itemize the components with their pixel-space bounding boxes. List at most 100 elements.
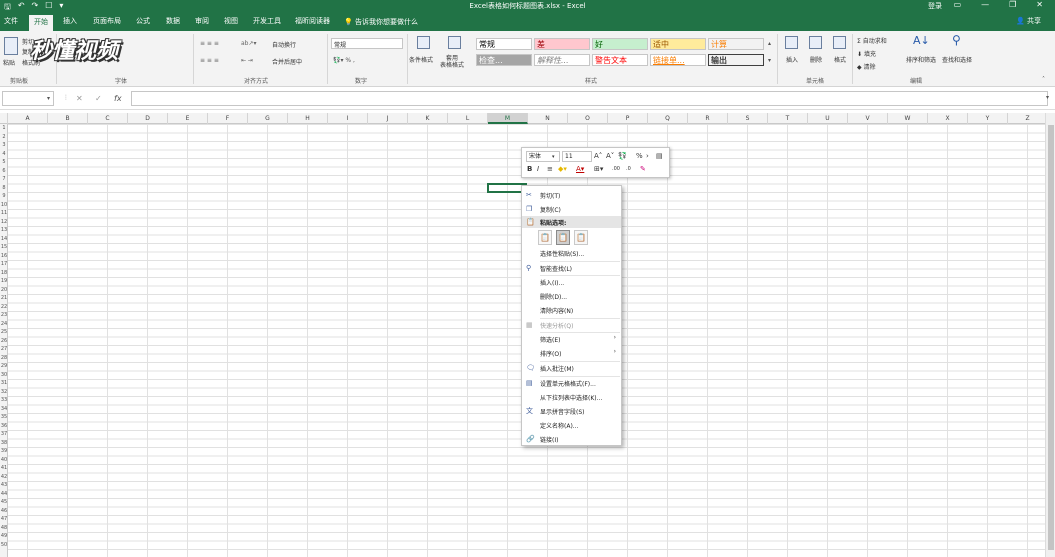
conditional-format-button[interactable]: 条件格式	[409, 55, 433, 64]
row-header[interactable]: 47	[0, 515, 8, 523]
column-header[interactable]: W	[888, 113, 928, 124]
tab-review[interactable]: 审阅	[195, 16, 209, 26]
row-header[interactable]: 1	[0, 124, 8, 132]
clear-button[interactable]: ◆ 清除	[857, 62, 876, 71]
table-format-button[interactable]: 套用 表格格式	[440, 55, 464, 69]
column-header[interactable]: F	[208, 113, 248, 124]
delete-cells-icon[interactable]	[809, 36, 822, 49]
insert-cells-button[interactable]: 插入	[786, 55, 798, 64]
name-box[interactable]: ▾	[2, 91, 54, 106]
column-header[interactable]: H	[288, 113, 328, 124]
expand-formula-icon[interactable]: ▾	[1046, 94, 1049, 101]
tab-formulas[interactable]: 公式	[136, 16, 150, 26]
row-header[interactable]: 21	[0, 294, 8, 302]
scrollbar-thumb[interactable]	[1048, 125, 1054, 550]
row-header[interactable]: 18	[0, 269, 8, 277]
column-header[interactable]: M	[488, 113, 528, 124]
borders-icon[interactable]: ⊞▾	[594, 164, 603, 174]
menu-item-cut[interactable]: ✂ 剪切(T)	[522, 189, 621, 201]
delete-cells-button[interactable]: 删除	[810, 55, 822, 64]
row-header[interactable]: 41	[0, 464, 8, 472]
row-header[interactable]: 36	[0, 422, 8, 430]
menu-item-link[interactable]: 🔗 链接(I)	[522, 433, 621, 445]
row-header[interactable]: 45	[0, 498, 8, 506]
select-all-corner[interactable]	[0, 113, 8, 124]
column-header[interactable]: K	[408, 113, 448, 124]
style-bad[interactable]: 差	[534, 38, 590, 50]
find-select-button[interactable]: 查找和选择	[942, 55, 972, 64]
accounting-format-icon[interactable]: 💱	[618, 151, 627, 161]
tab-foxit[interactable]: 福昕阅读器	[295, 16, 330, 26]
row-header[interactable]: 50	[0, 541, 8, 549]
fill-button[interactable]: ⬇ 填充	[857, 49, 876, 58]
tab-data[interactable]: 数据	[166, 16, 180, 26]
column-header[interactable]: E	[168, 113, 208, 124]
paste-option-values[interactable]: 📋	[556, 230, 570, 245]
fill-color-icon[interactable]: ◆▾	[558, 164, 567, 174]
row-header[interactable]: 10	[0, 201, 8, 209]
row-header[interactable]: 4	[0, 150, 8, 158]
column-header[interactable]: P	[608, 113, 648, 124]
column-header[interactable]: Q	[648, 113, 688, 124]
italic-icon[interactable]: I	[537, 164, 539, 174]
row-header[interactable]: 3	[0, 141, 8, 149]
table-format-icon[interactable]	[448, 36, 461, 49]
wrap-text-button[interactable]: 自动换行	[272, 40, 296, 49]
formula-input[interactable]	[131, 91, 1048, 106]
tab-home[interactable]: 开始	[29, 15, 53, 31]
row-header[interactable]: 33	[0, 396, 8, 404]
tab-developer[interactable]: 开发工具	[253, 16, 281, 26]
column-header[interactable]: S	[728, 113, 768, 124]
row-header[interactable]: 46	[0, 507, 8, 515]
column-header[interactable]: X	[928, 113, 968, 124]
row-header[interactable]: 15	[0, 243, 8, 251]
format-cells-button[interactable]: 格式	[834, 55, 846, 64]
row-header[interactable]: 37	[0, 430, 8, 438]
paste-button-label[interactable]: 粘贴	[3, 58, 15, 67]
row-header[interactable]: 7	[0, 175, 8, 183]
collapse-ribbon-icon[interactable]: ˄	[1042, 76, 1045, 83]
row-header[interactable]: 13	[0, 226, 8, 234]
grow-font-icon[interactable]: A˄	[594, 151, 602, 161]
row-header[interactable]: 20	[0, 286, 8, 294]
row-header[interactable]: 9	[0, 192, 8, 200]
insert-cells-icon[interactable]	[785, 36, 798, 49]
paste-option-formatting[interactable]: 📋	[574, 230, 588, 245]
row-header[interactable]: 29	[0, 362, 8, 370]
menu-item-filter[interactable]: 筛选(E) ›	[522, 333, 621, 345]
cancel-icon[interactable]: ✕	[76, 94, 83, 103]
bold-icon[interactable]: B	[527, 164, 532, 174]
row-header[interactable]: 42	[0, 473, 8, 481]
column-header[interactable]: A	[8, 113, 48, 124]
column-header[interactable]: C	[88, 113, 128, 124]
row-header[interactable]: 40	[0, 456, 8, 464]
row-header[interactable]: 24	[0, 320, 8, 328]
orientation-icon[interactable]: ab↗▾	[241, 40, 257, 47]
column-header[interactable]: B	[48, 113, 88, 124]
column-header[interactable]: D	[128, 113, 168, 124]
style-neutral[interactable]: 适中	[650, 38, 706, 50]
style-good[interactable]: 好	[592, 38, 648, 50]
login-link[interactable]: 登录	[928, 1, 942, 11]
enter-icon[interactable]: ✓	[95, 94, 102, 103]
row-header[interactable]: 49	[0, 532, 8, 540]
column-header[interactable]: Z	[1008, 113, 1048, 124]
align-top-icon[interactable]: ≡ ≡ ≡	[200, 40, 219, 47]
style-normal[interactable]: 常规	[476, 38, 532, 50]
styles-more-icon[interactable]: ▾	[768, 57, 771, 64]
column-header[interactable]: J	[368, 113, 408, 124]
menu-item-define-name[interactable]: 定义名称(A)...	[522, 419, 621, 431]
tell-me-search[interactable]: 💡 告诉我你想要做什么	[344, 17, 418, 27]
tab-view[interactable]: 视图	[224, 16, 238, 26]
column-header[interactable]: U	[808, 113, 848, 124]
menu-item-smart-lookup[interactable]: ⚲ 智能查找(L)	[522, 262, 621, 274]
menu-item-clear-contents[interactable]: 清除内容(N)	[522, 304, 621, 316]
minimize-icon[interactable]: —	[981, 0, 989, 9]
styles-scroll-up-icon[interactable]: ▴	[768, 40, 771, 47]
row-header[interactable]: 30	[0, 371, 8, 379]
row-header[interactable]: 39	[0, 447, 8, 455]
column-header[interactable]: N	[528, 113, 568, 124]
menu-item-pick-from-list[interactable]: 从下拉列表中选择(K)...	[522, 391, 621, 403]
row-header[interactable]: 5	[0, 158, 8, 166]
row-header[interactable]: 38	[0, 439, 8, 447]
